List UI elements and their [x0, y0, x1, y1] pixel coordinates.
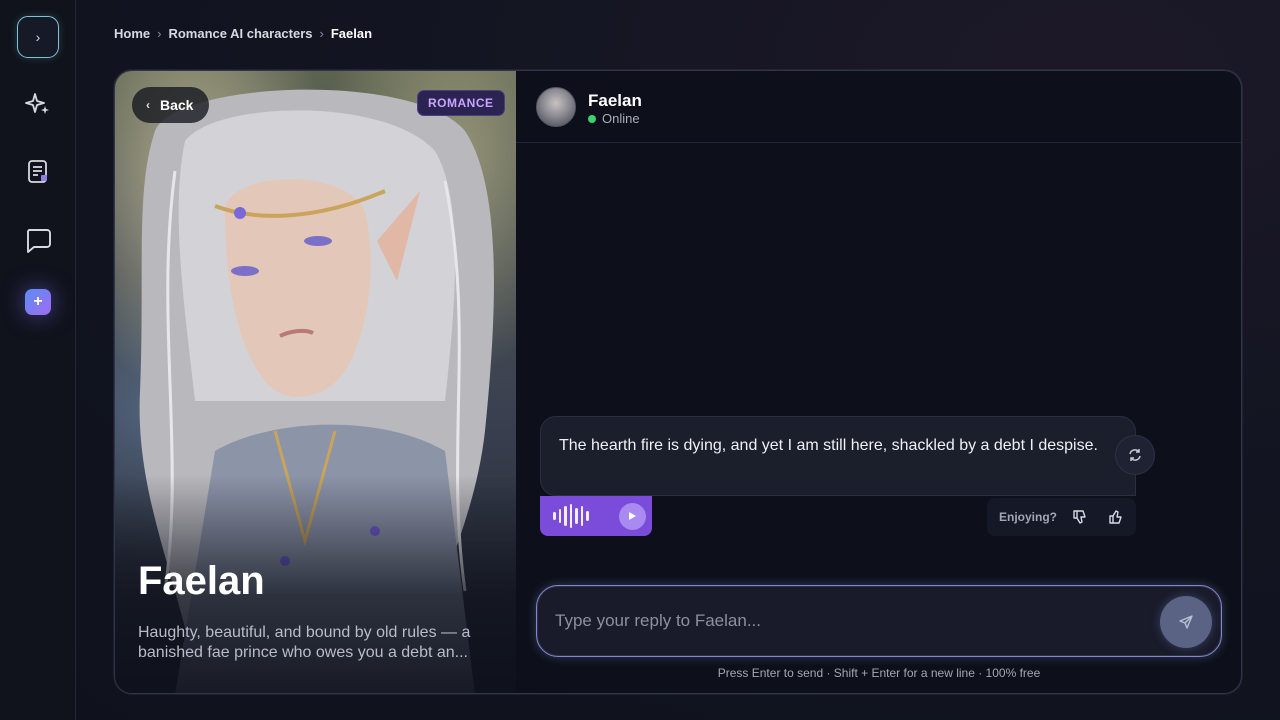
breadcrumb-separator-icon: › — [157, 25, 162, 41]
document-icon — [28, 160, 47, 183]
thumbs-up-button[interactable] — [1103, 504, 1129, 530]
sidebar-item-stories[interactable] — [17, 151, 59, 193]
avatar[interactable] — [536, 87, 576, 127]
category-tag: ROMANCE — [417, 90, 505, 116]
status-indicator: Online — [588, 111, 640, 126]
play-button[interactable] — [618, 502, 646, 530]
send-button[interactable] — [1160, 596, 1212, 648]
chat-header: Faelan Online — [516, 71, 1241, 143]
input-hint: Press Enter to send · Shift + Enter for … — [717, 666, 1041, 680]
waveform-icon — [553, 504, 589, 528]
play-icon — [629, 512, 636, 520]
status-text: Online — [602, 111, 640, 126]
create-character-button[interactable]: + — [25, 289, 51, 315]
chat-bubble-icon — [26, 229, 51, 253]
thumbs-up-icon — [1109, 510, 1122, 524]
sidebar-expand-button[interactable]: › — [17, 16, 59, 58]
breadcrumb-home[interactable]: Home — [114, 26, 150, 41]
character-name: Faelan — [138, 559, 265, 603]
back-label: Back — [160, 97, 194, 113]
character-description: Haughty, beautiful, and bound by old rul… — [138, 624, 471, 661]
refresh-icon — [1129, 449, 1141, 461]
sidebar: › + — [0, 0, 76, 720]
character-chat-card: ‹ Back ROMANCE Faelan Haughty, beautiful… — [114, 70, 1242, 694]
reply-input[interactable] — [555, 586, 1145, 656]
regenerate-button[interactable] — [1115, 435, 1155, 475]
chevron-right-icon: › — [35, 29, 41, 45]
reply-input-container — [536, 585, 1222, 657]
sidebar-item-discover[interactable] — [17, 83, 59, 125]
chat-header-name: Faelan — [588, 91, 642, 110]
chevron-left-icon: ‹ — [146, 98, 150, 112]
thumbs-down-button[interactable] — [1067, 504, 1093, 530]
sidebar-item-chats[interactable] — [17, 219, 59, 261]
message-bubble: The hearth fire is dying, and yet I am s… — [540, 416, 1136, 496]
breadcrumb-current: Faelan — [330, 25, 373, 41]
sparkles-icon — [25, 93, 49, 114]
breadcrumb: Home › Romance AI characters › Faelan — [114, 24, 372, 42]
feedback-bar: Enjoying? — [987, 498, 1136, 536]
send-icon — [1179, 615, 1193, 629]
breadcrumb-separator-icon: › — [319, 25, 324, 41]
plus-icon: + — [33, 293, 43, 310]
breadcrumb-category[interactable]: Romance AI characters — [168, 26, 312, 41]
character-portrait: ‹ Back ROMANCE Faelan Haughty, beautiful… — [115, 71, 516, 693]
back-button[interactable]: ‹ Back — [132, 87, 210, 123]
thumbs-down-icon — [1073, 510, 1086, 524]
voice-message-player[interactable] — [540, 496, 652, 536]
online-dot-icon — [588, 114, 596, 123]
feedback-label: Enjoying? — [999, 510, 1057, 524]
